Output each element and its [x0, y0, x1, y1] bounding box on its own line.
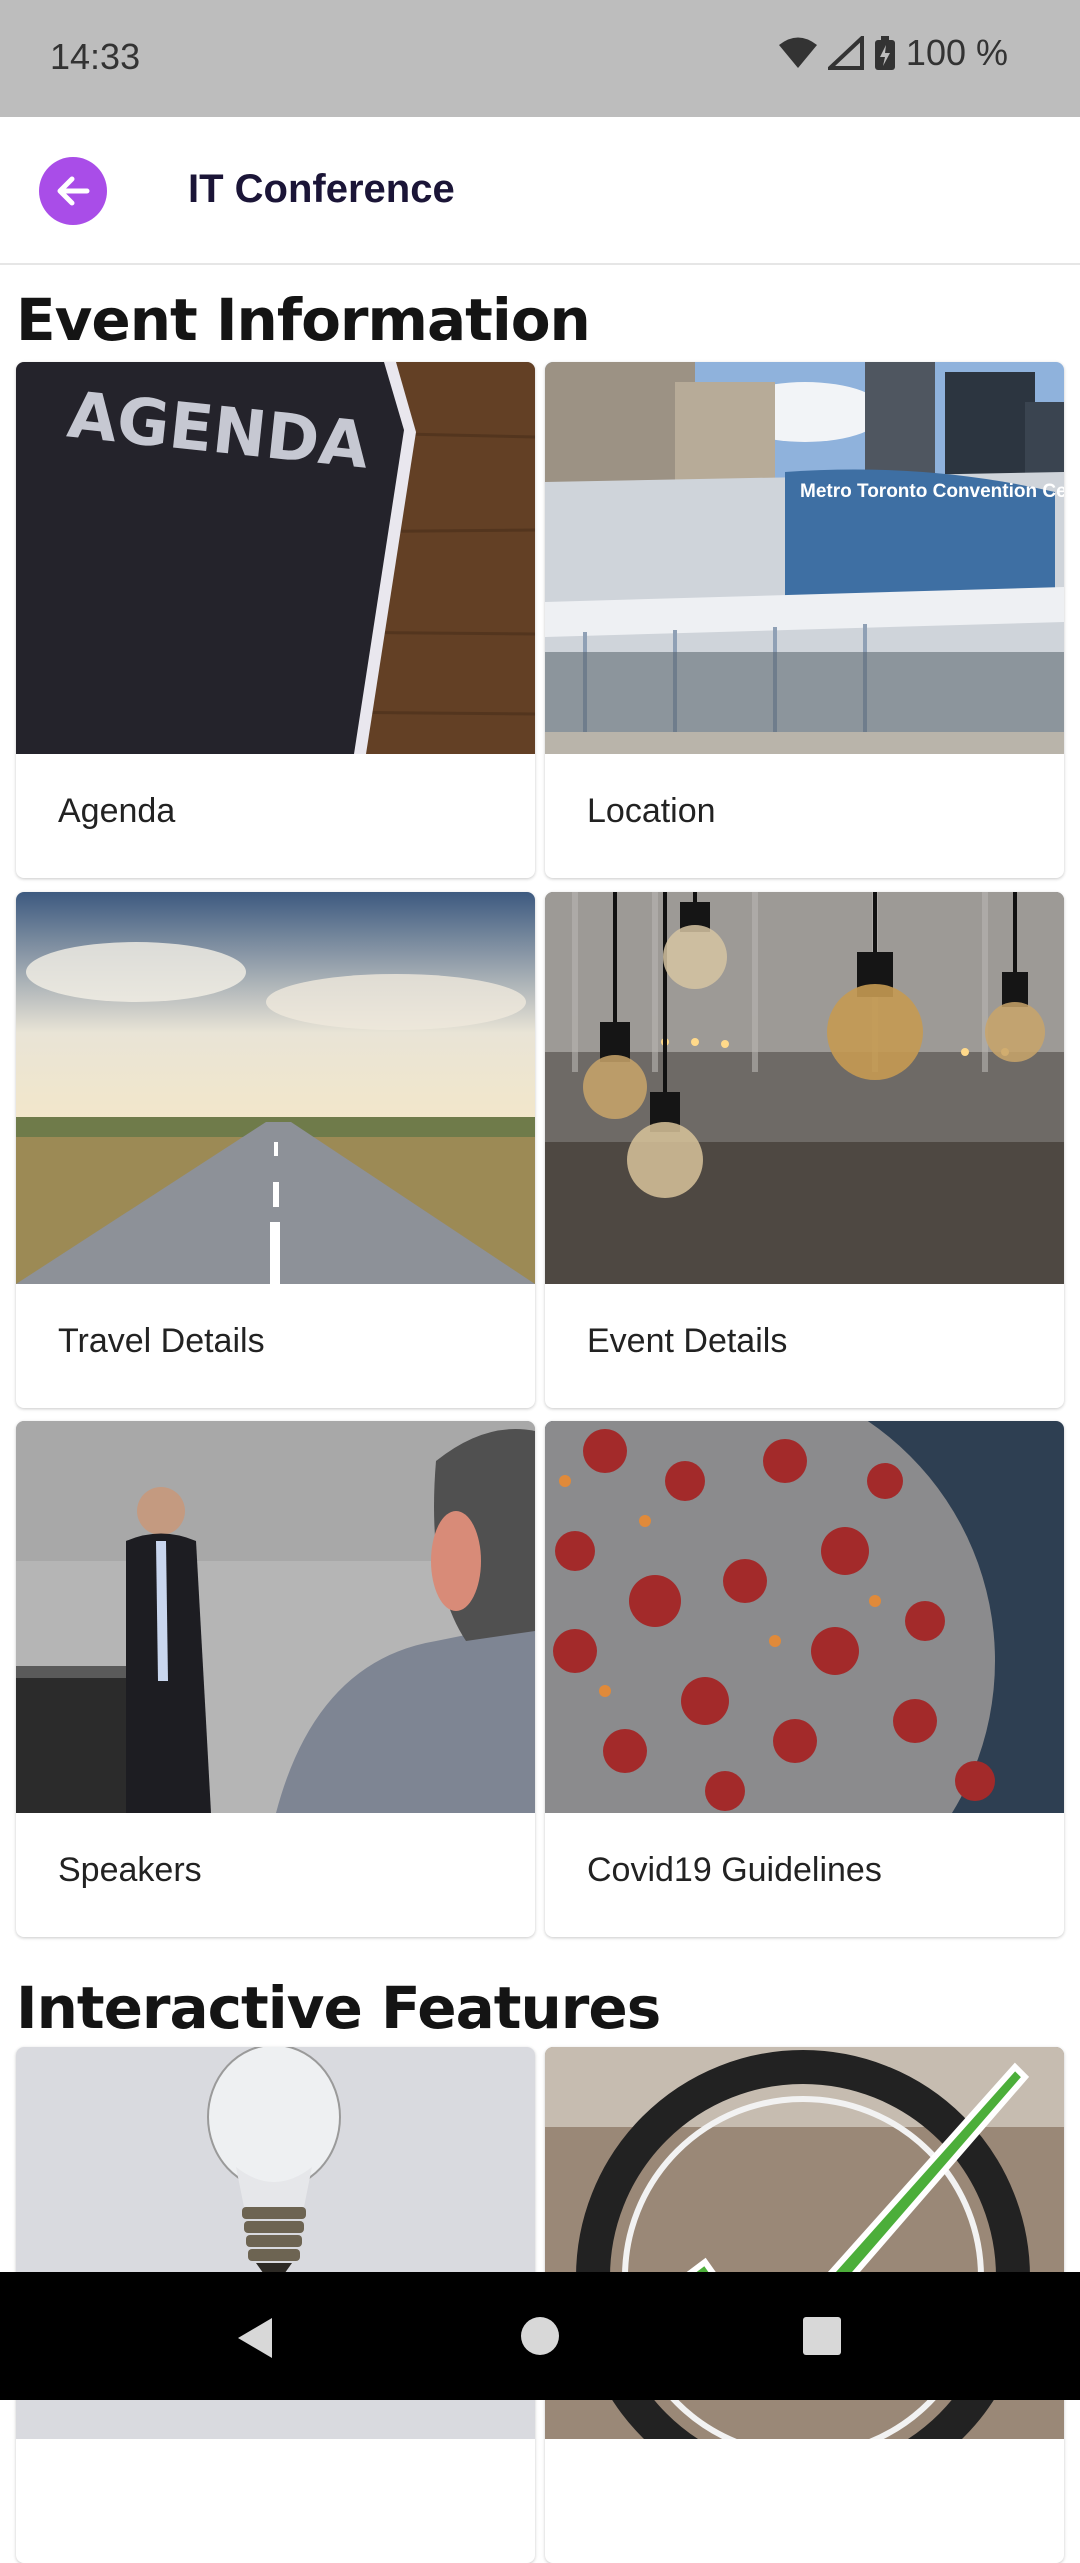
- signal-icon: [827, 36, 864, 70]
- status-icons: 100 %: [778, 32, 1008, 74]
- back-triangle-icon[interactable]: [236, 2316, 276, 2360]
- card-covid19-guidelines[interactable]: Covid19 Guidelines: [545, 1421, 1064, 1937]
- card-location[interactable]: Metro Toronto Convention Ce Location: [545, 362, 1064, 878]
- status-time: 14:33: [50, 36, 141, 77]
- agenda-book-image: AGENDA: [16, 362, 535, 754]
- system-navigation-bar: [0, 2272, 1080, 2400]
- status-bar: 14:33 100 %: [0, 0, 1080, 117]
- section-title-interactive-features: Interactive Features: [16, 1974, 661, 2042]
- recents-square-icon[interactable]: [802, 2316, 842, 2356]
- card-event-details[interactable]: Event Details: [545, 892, 1064, 1408]
- arrow-left-icon: [57, 176, 90, 206]
- card-speakers[interactable]: Speakers: [16, 1421, 535, 1937]
- light-bulbs-image: [545, 892, 1064, 1284]
- card-agenda[interactable]: AGENDA Agenda: [16, 362, 535, 878]
- speaker-image: [16, 1421, 535, 1813]
- wifi-icon: [778, 37, 817, 68]
- battery-icon: [874, 36, 895, 70]
- card-label: Covid19 Guidelines: [587, 1851, 882, 1889]
- section-title-event-information: Event Information: [16, 286, 591, 354]
- card-label: Travel Details: [58, 1322, 265, 1360]
- convention-centre-image: Metro Toronto Convention Ce: [545, 362, 1064, 754]
- card-travel-details[interactable]: Travel Details: [16, 892, 535, 1408]
- back-button[interactable]: [39, 157, 107, 225]
- card-label: Agenda: [58, 792, 176, 830]
- home-circle-icon[interactable]: [520, 2316, 560, 2356]
- card-label: Location: [587, 792, 716, 830]
- svg-text:Metro Toronto Convention Ce: Metro Toronto Convention Ce: [800, 481, 1064, 502]
- card-label: Speakers: [58, 1851, 202, 1889]
- battery-percent: 100 %: [905, 32, 1008, 73]
- app-bar: IT Conference: [0, 117, 1080, 265]
- card-label: Event Details: [587, 1322, 788, 1360]
- virus-image: [545, 1421, 1064, 1813]
- road-image: [16, 892, 535, 1284]
- page-title: IT Conference: [188, 167, 455, 211]
